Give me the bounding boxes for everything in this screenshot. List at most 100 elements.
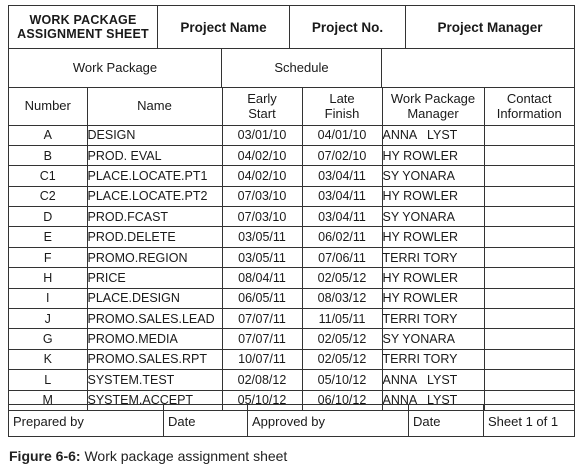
manager-cell: HY ROWLER xyxy=(382,226,485,248)
table-row: H PRICE 08/04/11 02/05/12 HY ROWLER xyxy=(9,267,574,289)
late-finish-column-header: Late Finish xyxy=(302,87,383,126)
early-start-cell: 07/03/10 xyxy=(222,206,303,228)
number-cell: H xyxy=(9,267,88,289)
late-finish-cell: 06/02/11 xyxy=(302,226,383,248)
early-start-cell: 02/08/12 xyxy=(222,369,303,391)
name-cell: SYSTEM.TEST xyxy=(87,369,223,391)
name-cell: PLACE.DESIGN xyxy=(87,288,223,310)
table-row: E PROD.DELETE 03/05/11 06/02/11 HY ROWLER xyxy=(9,226,574,248)
approved-date-field: Date xyxy=(409,405,484,437)
schedule-group: Schedule xyxy=(222,48,382,87)
name-cell: PROD.FCAST xyxy=(87,206,223,228)
late-finish-cell: 03/04/11 xyxy=(302,206,383,228)
late-finish-cell: 08/03/12 xyxy=(302,288,383,310)
name-cell: PROMO.REGION xyxy=(87,247,223,269)
early-start-cell: 04/02/10 xyxy=(222,165,303,187)
table-row: A DESIGN 03/01/10 04/01/10 ANNA LYST xyxy=(9,125,574,146)
name-cell: PRICE xyxy=(87,267,223,289)
number-cell: D xyxy=(9,206,88,228)
sheet-title-line2: ASSIGNMENT SHEET xyxy=(17,27,149,41)
approved-by-field: Approved by xyxy=(248,405,409,437)
sheet-title: WORK PACKAGE ASSIGNMENT SHEET xyxy=(9,6,158,48)
early-start-cell: 10/07/11 xyxy=(222,349,303,371)
table-row: C1 PLACE.LOCATE.PT1 04/02/10 03/04/11 SY YON… xyxy=(9,165,574,187)
sheet-footer: Prepared by Date Approved by Date Sheet … xyxy=(9,404,574,437)
project-manager-label: Project Manager xyxy=(437,19,543,35)
table-row: K PROMO.SALES.RPT 10/07/11 02/05/12 TERRI TO… xyxy=(9,349,574,371)
contact-column-header: Contact Information xyxy=(484,87,574,126)
late-finish-cell: 05/10/12 xyxy=(302,369,383,391)
manager-cell: ANNA LYST xyxy=(382,125,485,146)
column-header-row: Number Name Early Start Late Finish Work P… xyxy=(9,87,574,126)
table-row: B PROD. EVAL 04/02/10 07/02/10 HY ROWLER xyxy=(9,145,574,167)
late-finish-cell: 02/05/12 xyxy=(302,267,383,289)
late-finish-line1: Late xyxy=(329,90,355,106)
contact-cell xyxy=(484,328,574,350)
table-row: D PROD.FCAST 07/03/10 03/04/11 SY YONARA xyxy=(9,206,574,228)
early-start-line2: Start xyxy=(248,105,276,121)
early-start-cell: 07/07/11 xyxy=(222,328,303,350)
number-cell: C2 xyxy=(9,186,88,208)
table-row: I PLACE.DESIGN 06/05/11 08/03/12 HY ROWLER xyxy=(9,288,574,310)
early-start-cell: 06/05/11 xyxy=(222,288,303,310)
number-cell: I xyxy=(9,288,88,310)
early-start-cell: 03/05/11 xyxy=(222,226,303,248)
number-column-header: Number xyxy=(9,87,88,126)
name-cell: PROD.DELETE xyxy=(87,226,223,248)
prepared-by-field: Prepared by xyxy=(9,405,164,437)
name-cell: PROMO.SALES.LEAD xyxy=(87,308,223,330)
contact-cell xyxy=(484,247,574,269)
work-package-table: Number Name Early Start Late Finish Work P… xyxy=(9,87,574,411)
contact-line1: Contact xyxy=(506,90,552,106)
assignment-sheet: WORK PACKAGE ASSIGNMENT SHEET Project Na… xyxy=(8,5,575,437)
manager-cell: TERRI TORY xyxy=(382,308,485,330)
early-start-cell: 07/07/11 xyxy=(222,308,303,330)
figure-label: Figure 6-6: xyxy=(9,448,81,464)
early-start-cell: 03/05/11 xyxy=(222,247,303,269)
sheet-title-line1: WORK PACKAGE xyxy=(29,13,137,27)
name-cell: PROMO.SALES.RPT xyxy=(87,349,223,371)
contact-cell xyxy=(484,267,574,289)
number-cell: L xyxy=(9,369,88,391)
early-start-line1: Early xyxy=(247,90,277,106)
table-row: G PROMO.MEDIA 07/07/11 02/05/12 SY YONARA xyxy=(9,328,574,350)
manager-cell: SY YONARA xyxy=(382,328,485,350)
late-finish-cell: 03/04/11 xyxy=(302,165,383,187)
manager-cell: HY ROWLER xyxy=(382,145,485,167)
contact-cell xyxy=(484,288,574,310)
manager-cell: HY ROWLER xyxy=(382,288,485,310)
manager-cell: ANNA LYST xyxy=(382,369,485,391)
late-finish-cell: 07/02/10 xyxy=(302,145,383,167)
late-finish-line2: Finish xyxy=(324,105,360,121)
column-group-row: Work Package Schedule xyxy=(9,48,574,88)
contact-cell xyxy=(484,226,574,248)
late-finish-cell: 07/06/11 xyxy=(302,247,383,269)
contact-cell xyxy=(484,206,574,228)
number-cell: F xyxy=(9,247,88,269)
late-finish-cell: 11/05/11 xyxy=(302,308,383,330)
work-package-group: Work Package xyxy=(9,48,222,87)
table-body: A DESIGN 03/01/10 04/01/10 ANNA LYST B PROD. E… xyxy=(9,125,574,411)
manager-cell: TERRI TORY xyxy=(382,349,485,371)
late-finish-cell: 02/05/12 xyxy=(302,349,383,371)
manager-line2: Manager xyxy=(407,105,459,121)
name-cell: DESIGN xyxy=(87,125,223,146)
blank-group xyxy=(382,48,574,87)
contact-line2: Information xyxy=(496,105,562,121)
sheet-header: WORK PACKAGE ASSIGNMENT SHEET Project Na… xyxy=(9,6,574,49)
table-row: J PROMO.SALES.LEAD 07/07/11 11/05/11 TERRI T… xyxy=(9,308,574,330)
sheet-count: Sheet 1 of 1 xyxy=(488,413,559,429)
number-cell: G xyxy=(9,328,88,350)
prepared-date-field: Date xyxy=(164,405,248,437)
contact-cell xyxy=(484,308,574,330)
early-start-cell: 03/01/10 xyxy=(222,125,303,146)
figure-caption: Figure 6-6: Work package assignment shee… xyxy=(9,448,287,464)
table-row: F PROMO.REGION 03/05/11 07/06/11 TERRI TORY xyxy=(9,247,574,269)
project-name-label: Project Name xyxy=(158,6,290,48)
name-cell: PLACE.LOCATE.PT1 xyxy=(87,165,223,187)
contact-cell xyxy=(484,349,574,371)
manager-cell: HY ROWLER xyxy=(382,186,485,208)
contact-cell xyxy=(484,165,574,187)
manager-cell: SY YONARA xyxy=(382,206,485,228)
early-start-cell: 04/02/10 xyxy=(222,145,303,167)
